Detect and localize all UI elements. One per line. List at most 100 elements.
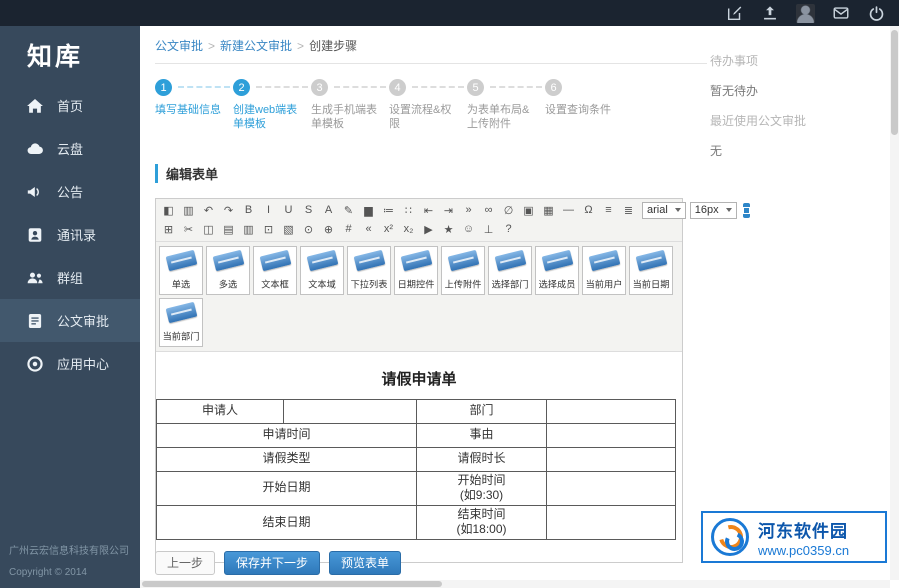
- previous-step-button[interactable]: 上一步: [155, 551, 215, 575]
- compose-icon[interactable]: [726, 4, 744, 22]
- form-widget-button[interactable]: 单选: [159, 246, 203, 295]
- link-icon[interactable]: ∞: [479, 202, 498, 219]
- anchor-icon[interactable]: ⊥: [479, 221, 498, 238]
- print-icon[interactable]: ▧: [279, 221, 298, 238]
- source-icon[interactable]: ◧: [159, 202, 178, 219]
- vertical-scrollbar-thumb[interactable]: [891, 30, 898, 135]
- new-document-icon[interactable]: ⊞: [159, 221, 178, 238]
- underline-icon[interactable]: U: [279, 202, 298, 219]
- field-label[interactable]: 结束日期: [157, 505, 417, 539]
- field-label[interactable]: 结束时间 (如18:00): [417, 505, 547, 539]
- field-label[interactable]: 申请人: [157, 399, 284, 423]
- upload-icon[interactable]: [761, 4, 779, 22]
- form-widget-button[interactable]: 文本框: [253, 246, 297, 295]
- search-icon[interactable]: ⊙: [299, 221, 318, 238]
- form-widget-button[interactable]: 文本域: [300, 246, 344, 295]
- form-widget-button[interactable]: 上传附件: [441, 246, 485, 295]
- field-label[interactable]: 事由: [417, 423, 547, 447]
- replace-icon[interactable]: ⊕: [319, 221, 338, 238]
- breadcrumb-item-new-approval[interactable]: 新建公文审批: [220, 39, 292, 53]
- remove-format-icon[interactable]: A: [319, 202, 338, 219]
- media-icon[interactable]: ▶: [419, 221, 438, 238]
- special-char-icon[interactable]: Ω: [579, 202, 598, 219]
- horizontal-scrollbar[interactable]: [140, 580, 890, 588]
- bold-icon[interactable]: B: [239, 202, 258, 219]
- widget-ribbon-icon: [165, 301, 197, 323]
- about-icon[interactable]: ?: [499, 221, 518, 238]
- form-widget-button[interactable]: 当前用户: [582, 246, 626, 295]
- sidebar-item-label: 首页: [57, 96, 83, 115]
- unlink-icon[interactable]: ∅: [499, 202, 518, 219]
- hr-icon[interactable]: —: [559, 202, 578, 219]
- font-family-select[interactable]: arial: [642, 202, 686, 219]
- paste-icon[interactable]: ▤: [219, 221, 238, 238]
- ordered-list-icon[interactable]: ≔: [379, 202, 398, 219]
- form-widget-button[interactable]: 当前日期: [629, 246, 673, 295]
- vertical-scrollbar[interactable]: [890, 26, 899, 580]
- sidebar-item-contacts[interactable]: 通讯录: [0, 213, 140, 256]
- sidebar-item-home[interactable]: 首页: [0, 84, 140, 127]
- field-input-cell[interactable]: [547, 505, 676, 539]
- user-avatar[interactable]: [796, 4, 815, 23]
- field-label[interactable]: 开始日期: [157, 471, 417, 505]
- align-left-icon[interactable]: ≡: [599, 202, 618, 219]
- mail-icon[interactable]: [832, 4, 850, 22]
- blockquote-icon[interactable]: »: [459, 202, 478, 219]
- superscript-icon[interactable]: x²: [379, 221, 398, 238]
- field-label[interactable]: 申请时间: [157, 423, 417, 447]
- form-widget-button[interactable]: 当前部门: [159, 298, 203, 347]
- power-icon[interactable]: [867, 4, 885, 22]
- sidebar-item-cloud-disk[interactable]: 云盘: [0, 127, 140, 170]
- form-widget-button[interactable]: 选择部门: [488, 246, 532, 295]
- field-label[interactable]: 开始时间 (如9:30): [417, 471, 547, 505]
- field-input-cell[interactable]: [547, 471, 676, 505]
- fullscreen-icon[interactable]: [743, 203, 750, 218]
- highlight-icon[interactable]: ▆: [359, 202, 378, 219]
- copy-icon[interactable]: ◫: [199, 221, 218, 238]
- sidebar-item-announcement[interactable]: 公告: [0, 170, 140, 213]
- cut-icon[interactable]: ✂: [179, 221, 198, 238]
- image-icon[interactable]: ▣: [519, 202, 538, 219]
- form-widget-button[interactable]: 日期控件: [394, 246, 438, 295]
- sidebar-item-document-approval[interactable]: 公文审批: [0, 299, 140, 342]
- table-icon[interactable]: ▦: [539, 202, 558, 219]
- subscript-icon[interactable]: x₂: [399, 221, 418, 238]
- flash-icon[interactable]: ★: [439, 221, 458, 238]
- field-input-cell[interactable]: [547, 399, 676, 423]
- form-widget-button[interactable]: 多选: [206, 246, 250, 295]
- paste-text-icon[interactable]: ▥: [239, 221, 258, 238]
- preview-form-button[interactable]: 预览表单: [329, 551, 401, 575]
- field-input-cell[interactable]: [547, 423, 676, 447]
- field-label[interactable]: 部门: [417, 399, 547, 423]
- redo-icon[interactable]: ↷: [219, 202, 238, 219]
- horizontal-scrollbar-thumb[interactable]: [142, 581, 442, 587]
- unordered-list-icon[interactable]: ∷: [399, 202, 418, 219]
- widget-ribbon-icon: [353, 249, 385, 271]
- font-size-select[interactable]: 16px: [690, 202, 737, 219]
- outdent-icon[interactable]: ⇤: [419, 202, 438, 219]
- strikethrough-icon[interactable]: S: [299, 202, 318, 219]
- breadcrumb-item-document-approval[interactable]: 公文审批: [155, 39, 203, 53]
- italic-icon[interactable]: I: [259, 202, 278, 219]
- editor-toolbar-row-1: ◧▥↶↷BIUSA✎▆≔∷⇤⇥»∞∅▣▦—Ω≡≣: [159, 202, 638, 219]
- indent-icon[interactable]: ⇥: [439, 202, 458, 219]
- form-widget-button[interactable]: 选择成员: [535, 246, 579, 295]
- field-input-cell[interactable]: [547, 447, 676, 471]
- preview-icon[interactable]: ▥: [179, 202, 198, 219]
- editor-canvas[interactable]: 请假申请单 申请人 部门 申请时间 事由 请假类型: [156, 352, 682, 562]
- undo-icon[interactable]: ↶: [199, 202, 218, 219]
- field-input-cell[interactable]: [284, 399, 417, 423]
- select-all-icon[interactable]: ⊡: [259, 221, 278, 238]
- form-widget-button[interactable]: 下拉列表: [347, 246, 391, 295]
- save-and-next-button[interactable]: 保存并下一步: [224, 551, 320, 575]
- quote-icon[interactable]: «: [359, 221, 378, 238]
- sidebar-item-app-center[interactable]: 应用中心: [0, 342, 140, 385]
- emoticon-icon[interactable]: ☺: [459, 221, 478, 238]
- field-label[interactable]: 请假类型: [157, 447, 417, 471]
- field-label[interactable]: 请假时长: [417, 447, 547, 471]
- format-painter-icon[interactable]: ✎: [339, 202, 358, 219]
- sidebar-item-groups[interactable]: 群组: [0, 256, 140, 299]
- align-justify-icon[interactable]: ≣: [619, 202, 638, 219]
- code-icon[interactable]: #: [339, 221, 358, 238]
- topbar: [0, 0, 899, 26]
